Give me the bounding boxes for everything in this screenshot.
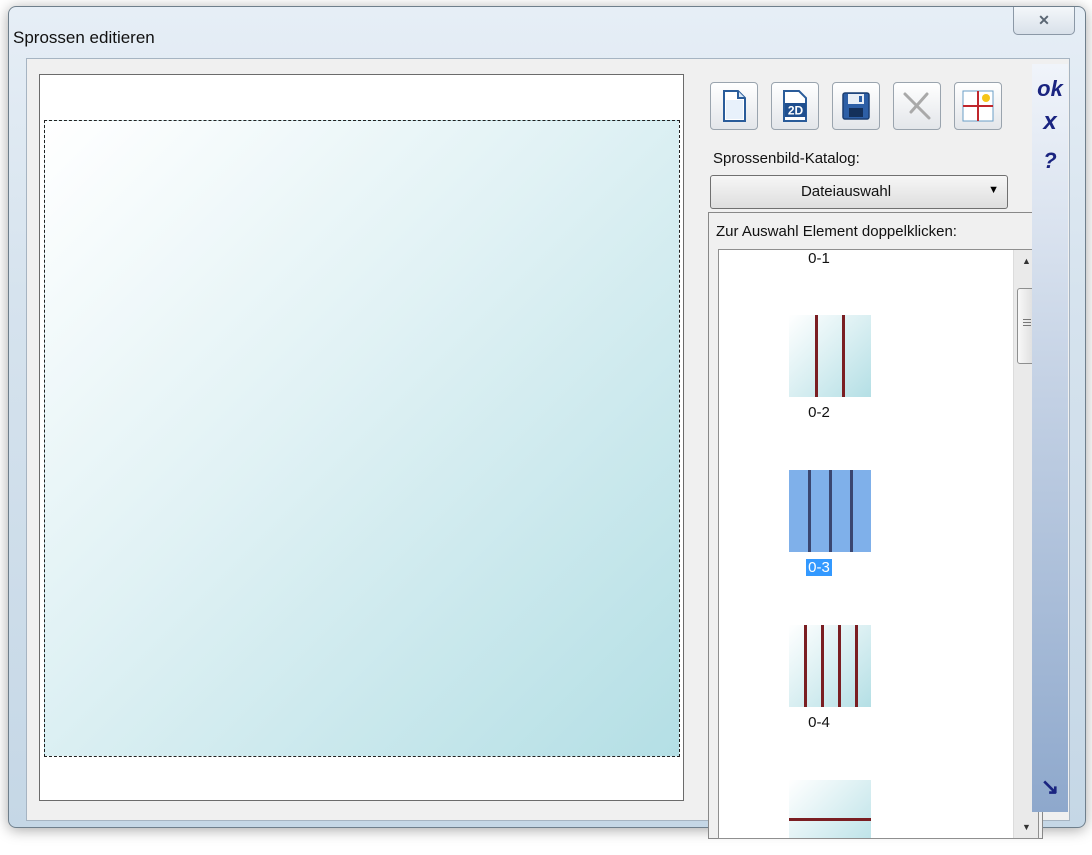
- catalog-item-caption[interactable]: 0-2: [759, 404, 879, 421]
- help-button[interactable]: ?: [1032, 148, 1068, 174]
- 2d-view-button[interactable]: 2D: [771, 82, 819, 130]
- new-button[interactable]: [710, 82, 758, 130]
- catalog-dropdown[interactable]: Dateiauswahl ▼: [710, 175, 1008, 209]
- catalog-item-thumbnail-selected[interactable]: [789, 470, 871, 552]
- save-button[interactable]: [832, 82, 880, 130]
- scroll-down-icon[interactable]: ▼: [1014, 816, 1038, 838]
- close-button[interactable]: ✕: [1013, 7, 1075, 35]
- save-icon: [842, 92, 870, 120]
- new-file-icon: [723, 90, 746, 122]
- window-title: Sprossen editieren: [13, 28, 155, 47]
- catalog-label: Sprossenbild-Katalog:: [713, 150, 860, 167]
- delete-button[interactable]: [893, 82, 941, 130]
- catalog-item-thumbnail[interactable]: [789, 780, 871, 838]
- add-cross-button[interactable]: [954, 82, 1002, 130]
- dialog-client-area: 2D Sprossenbild-Katalog: Dateiauswahl ▼ …: [26, 58, 1070, 839]
- close-icon: ✕: [1038, 12, 1050, 28]
- cancel-button[interactable]: x: [1032, 108, 1068, 136]
- dialog-window: Sprossen editieren ✕ 2D Sprossenbild-Kat…: [8, 6, 1086, 839]
- catalog-instruction: Zur Auswahl Element doppelklicken:: [716, 223, 957, 240]
- expand-icon[interactable]: ↘: [1032, 774, 1068, 800]
- catalog-panel: Zur Auswahl Element doppelklicken: 0-1 0…: [708, 212, 1043, 839]
- catalog-item-thumbnail[interactable]: [789, 625, 871, 707]
- add-cross-icon: [962, 90, 994, 122]
- delete-icon: [903, 92, 931, 120]
- catalog-item-caption[interactable]: 0-4: [759, 714, 879, 731]
- chevron-down-icon: ▼: [988, 184, 999, 196]
- catalog-item-caption-selected[interactable]: 0-3: [759, 559, 879, 576]
- svg-text:2D: 2D: [788, 104, 804, 118]
- glass-pane-preview: [44, 120, 680, 757]
- catalog-item-thumbnail[interactable]: [789, 315, 871, 397]
- catalog-list[interactable]: 0-1 0-2 0-3 0-4 ▲ ▼: [718, 249, 1039, 839]
- dropdown-value: Dateiauswahl: [800, 183, 892, 200]
- action-sidebar: ok x ? ↘: [1032, 64, 1068, 812]
- preview-canvas[interactable]: [39, 74, 684, 801]
- 2d-icon: 2D: [783, 90, 807, 122]
- catalog-item-caption[interactable]: 0-1: [759, 250, 879, 267]
- ok-button[interactable]: ok: [1032, 76, 1068, 102]
